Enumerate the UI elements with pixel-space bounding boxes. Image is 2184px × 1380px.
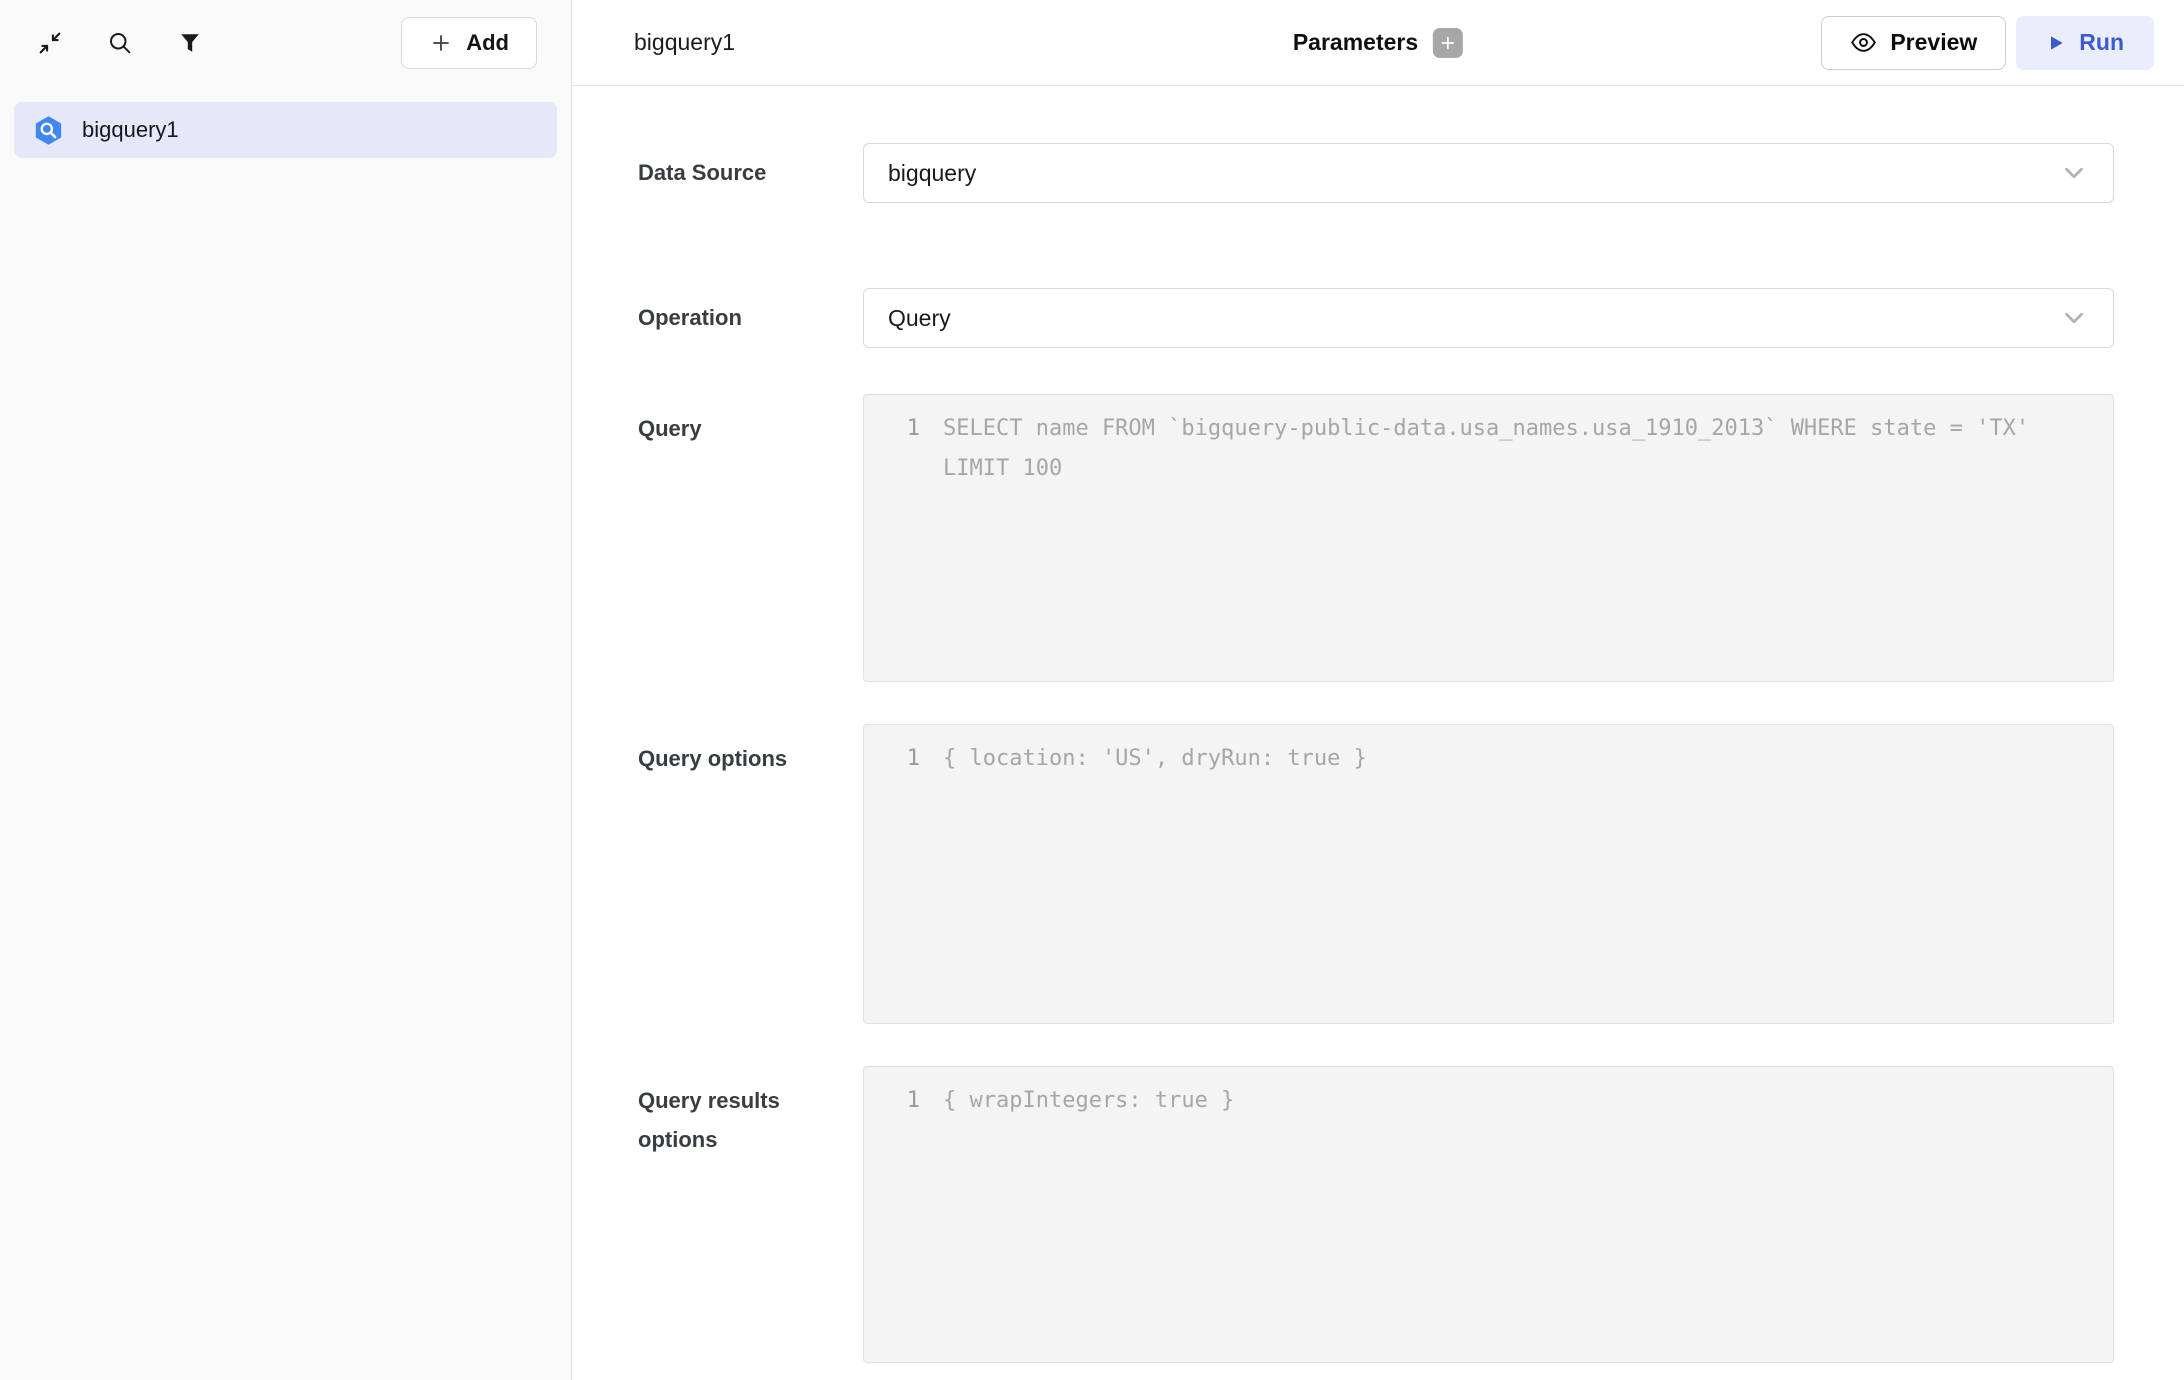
filter-button[interactable]	[174, 27, 206, 59]
query-title: bigquery1	[634, 29, 735, 56]
add-button-label: Add	[466, 30, 509, 56]
query-results-options-editor[interactable]: 1 { wrapIntegers: true }	[863, 1066, 2114, 1363]
query-options-placeholder: { location: 'US', dryRun: true }	[920, 739, 2113, 779]
data-source-value: bigquery	[888, 160, 976, 187]
query-results-options-placeholder: { wrapIntegers: true }	[920, 1081, 2113, 1121]
search-button[interactable]	[104, 27, 136, 59]
plus-icon	[429, 31, 453, 55]
preview-button-label: Preview	[1890, 29, 1977, 56]
main-header: bigquery1 Parameters Preview	[572, 0, 2184, 86]
search-icon	[106, 29, 134, 57]
data-source-row: Data Source bigquery	[638, 143, 2184, 203]
main-panel: bigquery1 Parameters Preview	[572, 0, 2184, 1380]
operation-value: Query	[888, 305, 951, 332]
data-source-label: Data Source	[638, 154, 766, 193]
query-options-row: Query options 1 { location: 'US', dryRun…	[638, 724, 2184, 1024]
query-label: Query	[638, 410, 702, 449]
run-button[interactable]: Run	[2016, 16, 2154, 70]
parameters-label: Parameters	[1293, 29, 1418, 56]
line-number: 1	[864, 1081, 920, 1121]
operation-select[interactable]: Query	[863, 288, 2114, 348]
add-parameter-button[interactable]	[1433, 28, 1463, 58]
query-results-options-row: Query results options 1 { wrapIntegers: …	[638, 1066, 2184, 1363]
data-source-select[interactable]: bigquery	[863, 143, 2114, 203]
app-root: Add bigquery1 bigquery1 Parameters	[0, 0, 2184, 1380]
query-placeholder: SELECT name FROM `bigquery-public-data.u…	[920, 409, 2113, 489]
parameters-section: Parameters	[1293, 28, 1463, 58]
query-options-editor[interactable]: 1 { location: 'US', dryRun: true }	[863, 724, 2114, 1024]
chevron-down-icon	[2059, 158, 2089, 188]
sidebar: Add bigquery1	[0, 0, 572, 1380]
query-list: bigquery1	[0, 86, 571, 174]
collapse-icon	[36, 29, 64, 57]
query-editor[interactable]: 1 SELECT name FROM `bigquery-public-data…	[863, 394, 2114, 682]
eye-icon	[1850, 29, 1877, 56]
query-item-label: bigquery1	[82, 117, 179, 143]
query-list-item-bigquery1[interactable]: bigquery1	[14, 102, 557, 158]
play-icon	[2046, 33, 2066, 53]
chevron-down-icon	[2059, 303, 2089, 333]
line-number: 1	[864, 409, 920, 449]
query-form: Data Source bigquery Operation Query	[572, 86, 2184, 1380]
query-row: Query 1 SELECT name FROM `bigquery-publi…	[638, 394, 2184, 682]
query-results-options-label: Query results options	[638, 1082, 818, 1159]
collapse-panel-button[interactable]	[34, 27, 66, 59]
bigquery-icon	[32, 114, 65, 147]
plus-icon	[1440, 35, 1456, 51]
filter-icon	[176, 29, 204, 57]
preview-button[interactable]: Preview	[1821, 16, 2006, 70]
query-options-label: Query options	[638, 740, 787, 779]
run-button-label: Run	[2079, 29, 2124, 56]
operation-row: Operation Query	[638, 288, 2184, 348]
sidebar-toolbar: Add	[0, 0, 571, 86]
operation-label: Operation	[638, 299, 742, 338]
header-actions: Preview Run	[1821, 16, 2154, 70]
line-number: 1	[864, 739, 920, 779]
add-query-button[interactable]: Add	[401, 17, 537, 69]
